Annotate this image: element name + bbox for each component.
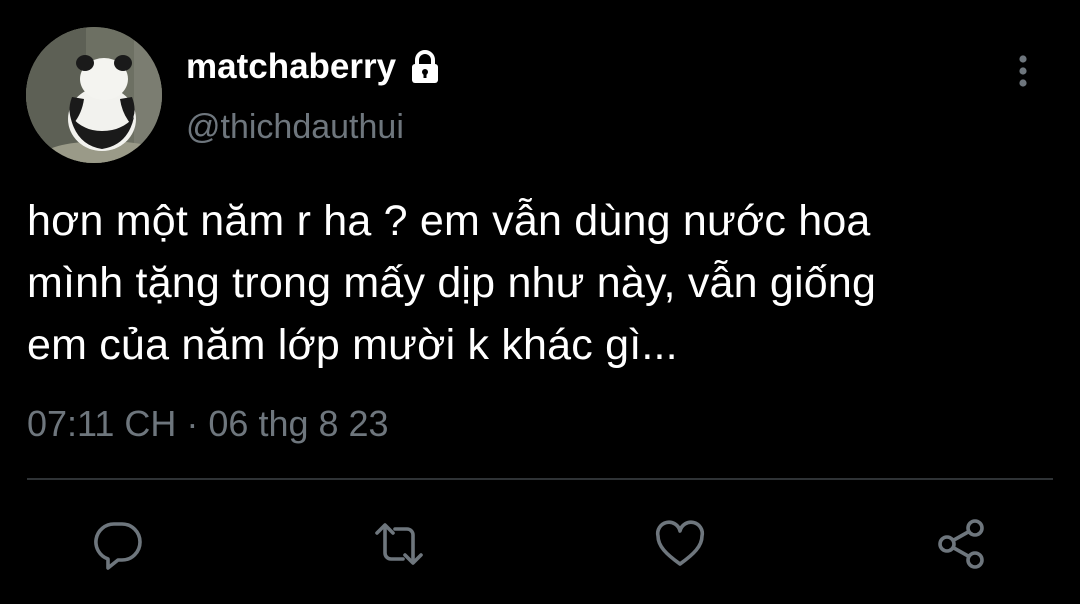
tweet-text-line: mình tặng trong mấy dịp như này, vẫn giố… (27, 259, 877, 307)
retweet-icon (375, 523, 423, 565)
author-handle[interactable]: @thichdauthui (186, 108, 404, 147)
avatar[interactable] (26, 27, 162, 163)
share-icon (938, 519, 984, 569)
reply-icon (94, 522, 142, 570)
retweet-button[interactable] (371, 516, 427, 572)
divider (27, 478, 1053, 480)
timestamp[interactable]: 07:11 CH · 06 thg 8 23 (27, 403, 389, 445)
like-button[interactable] (652, 516, 708, 572)
lock-icon (406, 48, 444, 86)
reply-button[interactable] (90, 516, 146, 572)
author-name-row[interactable]: matchaberry (186, 44, 444, 90)
avatar-image (26, 27, 162, 163)
display-name[interactable]: matchaberry (186, 47, 396, 87)
heart-icon (655, 520, 705, 566)
more-vertical-icon[interactable] (1008, 52, 1038, 92)
tweet-detail: matchaberry @thichdauthui hơn một năm r … (0, 0, 1080, 604)
tweet-text-line: hơn một năm r ha ? em vẫn dùng nước hoa (27, 197, 871, 245)
tweet-text-line: em của năm lớp mười k khác gì... (27, 321, 678, 369)
tweet-text: hơn một năm r ha ? em vẫn dùng nước hoa … (27, 190, 1057, 376)
share-button[interactable] (933, 516, 989, 572)
